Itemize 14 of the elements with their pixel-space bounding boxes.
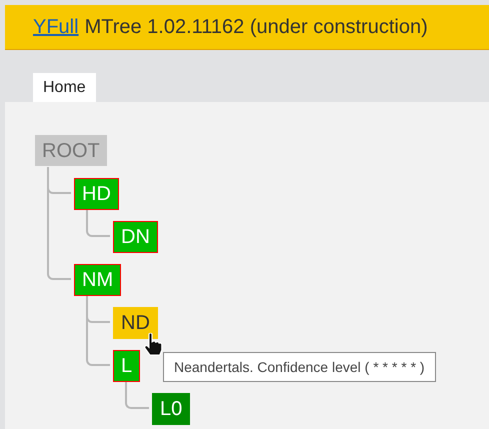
app-title: MTree 1.02.11162 (under construction) xyxy=(84,15,428,40)
tree-node[interactable]: NM xyxy=(74,264,122,296)
connector-line xyxy=(86,210,110,237)
home-link[interactable]: YFull xyxy=(33,12,79,42)
tree-node[interactable]: DN xyxy=(113,221,158,253)
tooltip: Neandertals. Confidence level ( * * * * * ) xyxy=(163,352,436,382)
root-node[interactable]: ROOT xyxy=(35,135,107,166)
tree-node[interactable]: L xyxy=(113,350,140,382)
tree-node[interactable]: HD xyxy=(74,178,119,210)
hand-cursor-icon xyxy=(143,333,163,357)
tree-node[interactable]: ND xyxy=(113,307,158,339)
tab[interactable]: Home xyxy=(33,73,96,102)
connector-line xyxy=(125,382,149,409)
tree-node[interactable]: L0 xyxy=(152,393,190,425)
